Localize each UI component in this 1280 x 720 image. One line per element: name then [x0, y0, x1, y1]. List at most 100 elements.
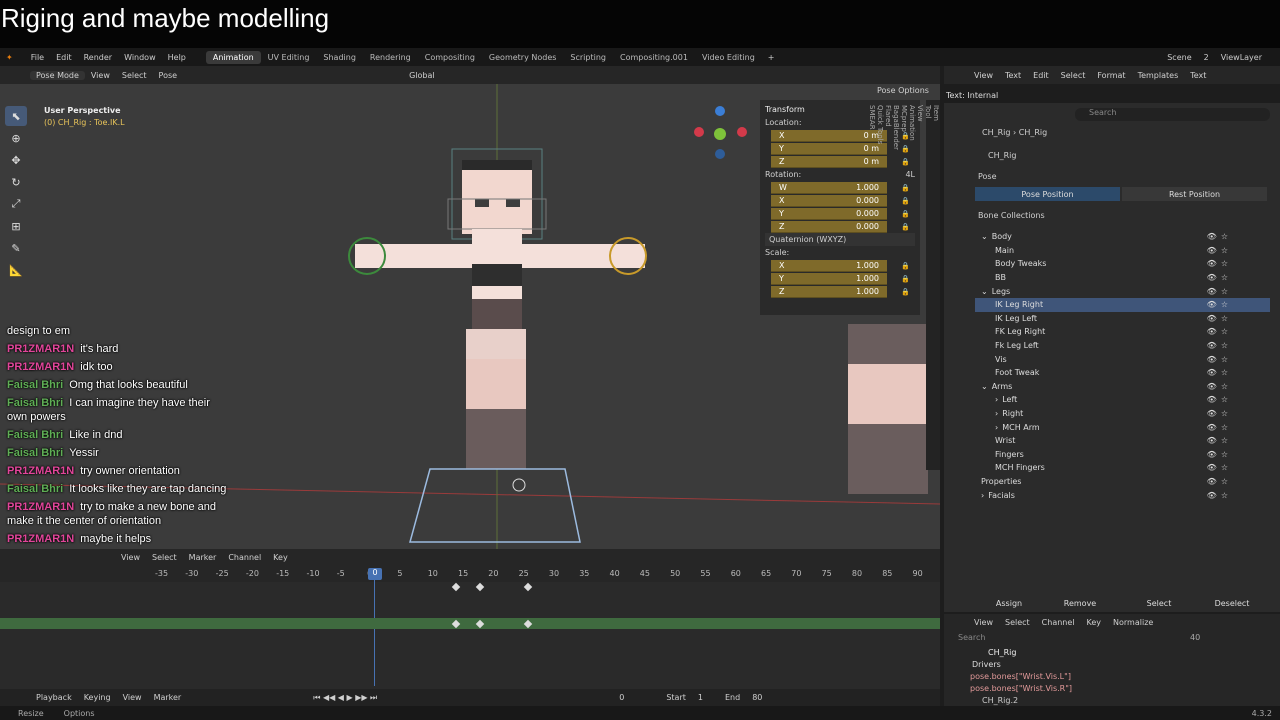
tab-animation[interactable]: Animation	[205, 50, 261, 64]
chevron-right-icon[interactable]: ›	[995, 409, 998, 418]
dopesheet-menu-channel[interactable]: Channel	[222, 553, 267, 562]
playback-menu-playback[interactable]: Playback	[30, 693, 78, 702]
tab-compositing-001[interactable]: Compositing.001	[613, 51, 695, 64]
chevron-right-icon[interactable]: ›	[995, 423, 998, 432]
dopesheet-menu-select[interactable]: Select	[146, 553, 183, 562]
visibility-icon[interactable]: 👁☆	[1207, 368, 1232, 377]
menu-help[interactable]: Help	[162, 53, 192, 62]
sidebar-tab-bagablender[interactable]: BagaBlender	[892, 105, 900, 465]
sidebar-tab-quick-tools[interactable]: Quick Tools	[876, 105, 884, 465]
bone-collection-item[interactable]: MCH Fingers 👁☆	[975, 461, 1270, 475]
bone-collection-item[interactable]: ⌄ Arms 👁☆	[975, 380, 1270, 394]
drivers-editor[interactable]: View Select Channel Key Normalize Search 40…	[944, 614, 1280, 706]
menu-edit[interactable]: Edit	[50, 53, 78, 62]
scene-label[interactable]: Scene	[1161, 53, 1197, 62]
orientation-dropdown[interactable]: Global	[403, 71, 441, 80]
bone-collection-item[interactable]: Wrist 👁☆	[975, 434, 1270, 448]
drivers-menu-view[interactable]: View	[968, 618, 999, 627]
tab-rendering[interactable]: Rendering	[363, 51, 418, 64]
driver-rig-2[interactable]: CH_Rig.2	[982, 696, 1018, 705]
drivers-menu-select[interactable]: Select	[999, 618, 1036, 627]
visibility-icon[interactable]: 👁☆	[1207, 273, 1232, 282]
text-menu-edit[interactable]: Edit	[1027, 71, 1055, 80]
rest-position-button[interactable]: Rest Position	[1122, 187, 1267, 201]
tab-scripting[interactable]: Scripting	[563, 51, 613, 64]
pose-position-button[interactable]: Pose Position	[975, 187, 1120, 201]
end-field[interactable]: 80	[746, 693, 768, 702]
visibility-icon[interactable]: 👁☆	[1207, 314, 1232, 323]
visibility-icon[interactable]: 👁☆	[1207, 423, 1232, 432]
sidebar-tab-animation[interactable]: Animation	[908, 105, 916, 465]
visibility-icon[interactable]: 👁☆	[1207, 395, 1232, 404]
sidebar-tab-flared[interactable]: Flared	[884, 105, 892, 465]
properties-search[interactable]: Search	[1075, 108, 1270, 121]
start-field[interactable]: 1	[692, 693, 709, 702]
bone-collection-item[interactable]: Fk Leg Left 👁☆	[975, 339, 1270, 353]
drivers-menu-key[interactable]: Key	[1081, 618, 1108, 627]
visibility-icon[interactable]: 👁☆	[1207, 327, 1232, 336]
bone-collection-item[interactable]: ⌄ Legs 👁☆	[975, 284, 1270, 298]
bone-collection-item[interactable]: Fingers 👁☆	[975, 448, 1270, 462]
timeline-ruler[interactable]: -35 -30 -25 -20 -15 -10 -5 0 5 10 15 20 25 30 35 40 45 50…	[0, 566, 940, 582]
visibility-icon[interactable]: 👁☆	[1207, 450, 1232, 459]
menu-window[interactable]: Window	[118, 53, 162, 62]
visibility-icon[interactable]: 👁☆	[1207, 232, 1232, 241]
pose-mode-dropdown[interactable]: Pose Mode	[30, 70, 85, 80]
deselect-button[interactable]: Deselect	[1198, 596, 1266, 610]
chevron-right-icon[interactable]: ›	[981, 491, 984, 500]
normalize-toggle[interactable]: Normalize	[1107, 618, 1159, 627]
current-frame-indicator[interactable]: 0	[368, 568, 382, 580]
sidebar-tab-mcprep[interactable]: MCprep	[900, 105, 908, 465]
text-menu-templates[interactable]: Templates	[1132, 71, 1185, 80]
dopesheet-menu-key[interactable]: Key	[267, 553, 294, 562]
chevron-down-icon[interactable]: ⌄	[981, 382, 988, 391]
add-workspace-button[interactable]: +	[762, 53, 781, 62]
text-menu-view[interactable]: View	[968, 71, 999, 80]
bone-collection-item[interactable]: › Left 👁☆	[975, 393, 1270, 407]
viewport-menu-select[interactable]: Select	[116, 71, 153, 80]
drivers-menu-channel[interactable]: Channel	[1036, 618, 1081, 627]
bone-collection-item[interactable]: BB 👁☆	[975, 271, 1270, 285]
text-menu-select[interactable]: Select	[1055, 71, 1092, 80]
visibility-icon[interactable]: 👁☆	[1207, 382, 1232, 391]
dopesheet-menu-marker[interactable]: Marker	[183, 553, 223, 562]
visibility-icon[interactable]: 👁☆	[1207, 355, 1232, 364]
visibility-icon[interactable]: 👁☆	[1207, 287, 1232, 296]
visibility-icon[interactable]: 👁☆	[1207, 436, 1232, 445]
select-button[interactable]: Select	[1125, 596, 1193, 610]
text-menu-text[interactable]: Text	[999, 71, 1027, 80]
bone-collection-item[interactable]: IK Leg Left 👁☆	[975, 312, 1270, 326]
bone-collections-title[interactable]: Bone Collections	[978, 211, 1045, 220]
tab-compositing[interactable]: Compositing	[418, 51, 482, 64]
tab-uv-editing[interactable]: UV Editing	[261, 51, 317, 64]
bone-collection-item[interactable]: Body Tweaks 👁☆	[975, 257, 1270, 271]
playback-menu-marker[interactable]: Marker	[148, 693, 188, 702]
visibility-icon[interactable]: 👁☆	[1207, 300, 1232, 309]
bone-collection-item[interactable]: Main 👁☆	[975, 244, 1270, 258]
driver-rig[interactable]: CH_Rig	[988, 648, 1016, 657]
chevron-right-icon[interactable]: ›	[995, 395, 998, 404]
bone-collection-item[interactable]: IK Leg Right 👁☆	[975, 298, 1270, 312]
visibility-icon[interactable]: 👁☆	[1207, 491, 1232, 500]
playback-menu-keying[interactable]: Keying	[78, 693, 117, 702]
drivers-label[interactable]: Drivers	[972, 660, 1001, 669]
pose-section[interactable]: Pose	[978, 172, 997, 181]
frame-field[interactable]: 0	[613, 693, 630, 702]
view-layer[interactable]: ViewLayer	[1215, 53, 1268, 62]
chevron-down-icon[interactable]: ⌄	[981, 287, 988, 296]
visibility-icon[interactable]: 👁☆	[1207, 259, 1232, 268]
sidebar-tab-view[interactable]: View	[916, 105, 924, 465]
sidebar-tab-item[interactable]: Item	[932, 105, 940, 465]
tab-shading[interactable]: Shading	[316, 51, 363, 64]
visibility-icon[interactable]: 👁☆	[1207, 246, 1232, 255]
viewport-menu-view[interactable]: View	[85, 71, 116, 80]
tab-video-editing[interactable]: Video Editing	[695, 51, 762, 64]
menu-render[interactable]: Render	[78, 53, 118, 62]
dopesheet-menu-view[interactable]: View	[115, 553, 146, 562]
driver-item[interactable]: pose.bones["Wrist.Vis.R"]	[970, 684, 1072, 693]
sidebar-tab-smear[interactable]: SMEAR	[868, 105, 876, 465]
drivers-search[interactable]: Search	[958, 633, 985, 642]
bone-collection-item[interactable]: › MCH Arm 👁☆	[975, 420, 1270, 434]
visibility-icon[interactable]: 👁☆	[1207, 463, 1232, 472]
bone-collection-item[interactable]: Vis 👁☆	[975, 352, 1270, 366]
